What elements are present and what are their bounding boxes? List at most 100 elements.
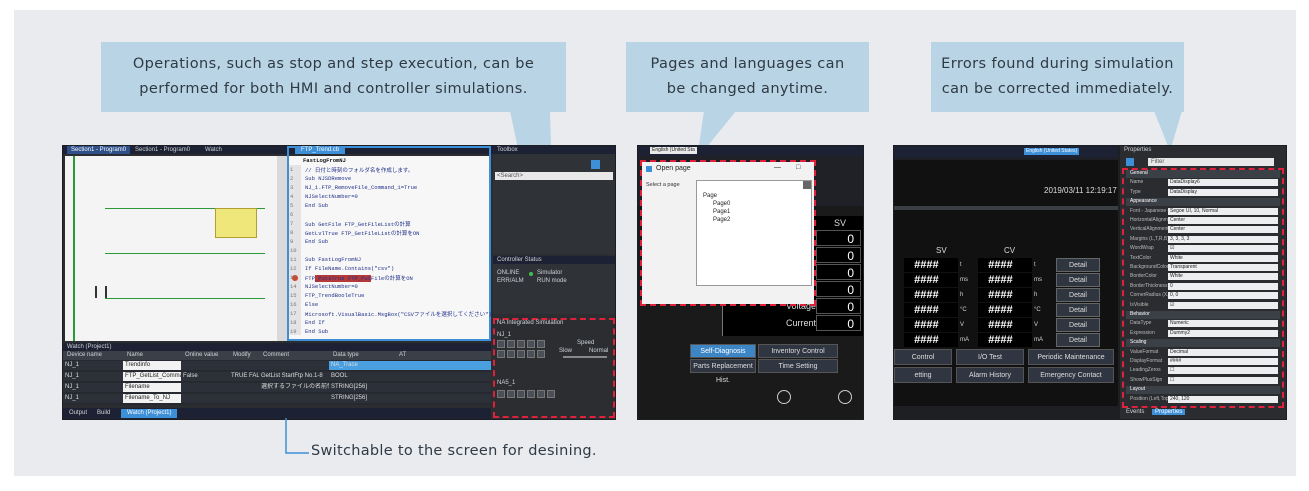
ladder-editor[interactable] — [65, 156, 277, 341]
detail-button[interactable]: Detail — [1056, 303, 1100, 317]
self-diagnosis-button[interactable]: Self-Diagnosis — [690, 344, 756, 358]
property-row[interactable]: BorderThickness 0 — [1126, 282, 1280, 291]
property-value[interactable]: 3, 3, 3, 3 — [1168, 235, 1278, 243]
watch-column-header[interactable]: Data type — [333, 352, 359, 358]
detail-button[interactable]: Detail — [1056, 288, 1100, 302]
watch-table[interactable]: Device name Name Online value Modify Comment… — [63, 351, 491, 405]
speed-slider[interactable] — [563, 356, 607, 358]
property-row[interactable]: TextColor White — [1126, 254, 1280, 263]
property-list[interactable]: General Name DataDisplay6 Type DataDisplay Ap… — [1124, 170, 1282, 406]
watch-column-header[interactable]: Modify — [233, 352, 251, 358]
property-row[interactable]: BackgroundColor Transparent — [1126, 264, 1280, 272]
property-value[interactable]: 240, 120 — [1168, 395, 1278, 403]
sim-control-button[interactable] — [517, 350, 525, 358]
watch-column-header[interactable]: Online value — [185, 352, 218, 358]
sim-hmi-button[interactable] — [547, 390, 555, 398]
property-row[interactable]: ValueFormat Decimal — [1126, 348, 1280, 357]
circle-button-icon[interactable] — [838, 390, 852, 404]
ladder-scrollbar[interactable] — [277, 156, 287, 341]
property-row[interactable]: Appearance — [1126, 198, 1280, 207]
property-row[interactable]: IsVisible ☑ — [1126, 301, 1280, 310]
io-test-button[interactable]: I/O Test — [956, 349, 1024, 365]
bottom-tab-watch[interactable]: Watch (Project1) — [121, 409, 178, 418]
property-value[interactable]: Transparent — [1168, 264, 1278, 271]
sim-control-button[interactable] — [517, 340, 525, 348]
table-row[interactable]: NJ_1FTP_GetList_Command_1FalseTRUE FALSE… — [63, 372, 491, 382]
sim-hmi-button[interactable] — [507, 390, 515, 398]
property-row[interactable]: Name DataDisplay6 — [1126, 179, 1280, 187]
sim-hmi-button[interactable] — [527, 390, 535, 398]
maximize-icon[interactable]: □ — [796, 164, 800, 171]
language-dropdown[interactable]: English (United States) — [1024, 148, 1080, 155]
tree-root[interactable]: Page — [703, 193, 717, 199]
property-row[interactable]: Expression Dummy2 — [1126, 329, 1280, 338]
property-value[interactable]: DataDisplay — [1168, 188, 1278, 196]
sim-control-button[interactable] — [537, 340, 545, 348]
detail-button[interactable]: Detail — [1056, 333, 1100, 347]
watch-column-header[interactable]: Name — [127, 352, 143, 358]
property-row[interactable]: BorderColor White — [1126, 273, 1280, 281]
categorized-view-icon[interactable] — [1126, 158, 1134, 166]
circle-button-icon[interactable] — [777, 390, 791, 404]
sim-control-button[interactable] — [527, 340, 535, 348]
periodic-maintenance-button[interactable]: Periodic Maintenance — [1028, 349, 1114, 365]
property-value[interactable]: Center — [1168, 226, 1278, 234]
emergency-contact-button[interactable]: Emergency Contact — [1028, 367, 1114, 383]
tree-item-page1[interactable]: Page1 — [713, 209, 730, 215]
table-row[interactable]: NJ_1 Trendinfo NA_Trace — [63, 361, 491, 371]
minimize-icon[interactable]: — — [774, 164, 781, 171]
toolbox-view-icon[interactable] — [591, 160, 600, 169]
property-value[interactable]: ☐ — [1168, 367, 1278, 375]
sim-control-button[interactable] — [527, 350, 535, 358]
language-dropdown[interactable]: English (United Sta — [650, 147, 697, 154]
property-value[interactable]: Decimal — [1168, 348, 1278, 356]
sim-control-button[interactable] — [507, 350, 515, 358]
property-row[interactable]: Margins (L,T,R,B) 3, 3, 3, 3 — [1126, 235, 1280, 244]
sim-control-button[interactable] — [497, 340, 505, 348]
property-row[interactable]: Scaling — [1126, 339, 1280, 348]
property-row[interactable]: VerticalAlignment Center — [1126, 226, 1280, 234]
property-value[interactable]: White — [1168, 254, 1278, 262]
code-editor[interactable]: FastLogFromNJ // 日付と時刻のフォルダ名を作成します。 1 Sub … — [289, 156, 492, 339]
property-value[interactable]: Numeric — [1168, 320, 1278, 328]
watch-column-header[interactable]: Device name — [67, 352, 102, 358]
property-value[interactable]: White — [1168, 273, 1278, 281]
property-value[interactable]: 0 — [1168, 282, 1278, 290]
property-row[interactable]: HorizontalAlignment Center — [1126, 217, 1280, 225]
property-row[interactable]: LeadingZeros ☐ — [1126, 367, 1280, 375]
detail-button[interactable]: Detail — [1056, 318, 1100, 332]
bottom-tab-build[interactable]: Build — [97, 410, 110, 416]
property-row[interactable]: CornerRadius (X,Y) 0, 0 — [1126, 292, 1280, 300]
code-tab[interactable]: FTP_Trend.cb — [295, 146, 346, 154]
property-row[interactable]: Type DataDisplay — [1126, 188, 1280, 197]
property-row[interactable]: Behavior — [1126, 311, 1280, 319]
property-row[interactable]: General — [1126, 170, 1280, 178]
sim-hmi-button[interactable] — [517, 390, 525, 398]
function-block[interactable] — [215, 208, 257, 238]
editor-tab[interactable]: Watch — [205, 146, 222, 154]
watch-column-header[interactable]: AT — [399, 352, 406, 358]
setting-button[interactable]: etting — [894, 367, 952, 383]
sim-hmi-button[interactable] — [497, 390, 505, 398]
editor-tab[interactable]: Section1 - Program0 — [67, 146, 131, 154]
bottom-tab-output[interactable]: Output — [69, 410, 87, 416]
property-row[interactable]: DataType Numeric — [1126, 320, 1280, 328]
sim-hmi-button[interactable] — [537, 390, 545, 398]
inventory-control-button[interactable]: Inventory Control — [758, 344, 838, 358]
property-value[interactable]: Dummy2 — [1168, 329, 1278, 337]
time-setting-button[interactable]: Time Setting — [758, 359, 838, 373]
detail-button[interactable]: Detail — [1056, 273, 1100, 287]
alarm-history-button[interactable]: Alarm History — [956, 367, 1024, 383]
property-value[interactable]: Segoe UI, 10, Normal — [1168, 207, 1278, 215]
properties-tab-properties[interactable]: Properties — [1152, 409, 1186, 415]
property-value[interactable]: 0, 0 — [1168, 292, 1278, 300]
sim-control-button[interactable] — [497, 350, 505, 358]
property-row[interactable]: WordWrap ☑ — [1126, 245, 1280, 253]
property-value[interactable]: ☑ — [1168, 245, 1278, 253]
property-row[interactable]: Position (Left,Top) 240, 120 — [1126, 395, 1280, 404]
watch-column-header[interactable]: Comment — [263, 352, 289, 358]
page-tree[interactable]: Page Page0 Page1 Page2 — [696, 180, 812, 286]
control-button[interactable]: Control — [894, 349, 952, 365]
property-row[interactable]: Layout — [1126, 386, 1280, 395]
property-row[interactable]: DisplayFormat #### — [1126, 358, 1280, 366]
